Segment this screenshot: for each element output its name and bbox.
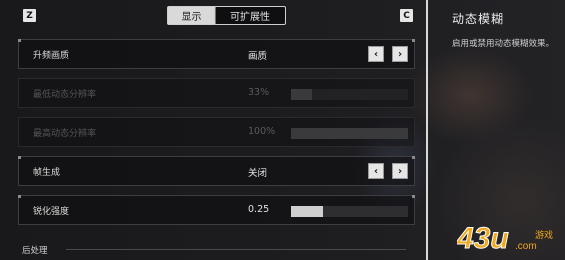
- setting-row-upscaling-quality[interactable]: 升频画质 画质 ‹ ›: [18, 39, 415, 69]
- prev-tab-key-hint[interactable]: Z: [23, 9, 36, 22]
- row-corner-marker: [18, 156, 21, 159]
- setting-label: 升频画质: [33, 51, 70, 61]
- watermark-brand: 43u: [457, 222, 509, 255]
- next-tab-key-hint[interactable]: C: [400, 9, 413, 22]
- chevron-left-icon[interactable]: ‹: [368, 46, 384, 62]
- setting-value: 33%: [248, 87, 270, 98]
- setting-label: 锐化强度: [33, 207, 70, 217]
- setting-slider: [291, 128, 408, 139]
- row-corner-marker: [412, 195, 415, 198]
- setting-slider: [291, 89, 408, 100]
- section-header-post-processing: 后处理: [22, 246, 48, 256]
- panel-divider: [426, 0, 428, 260]
- setting-label: 最低动态分辨率: [33, 90, 97, 100]
- setting-value: 关闭: [248, 168, 268, 179]
- chevron-left-icon[interactable]: ‹: [368, 163, 384, 179]
- setting-row-max-dynamic-resolution: 最高动态分辨率 100%: [18, 117, 415, 147]
- row-corner-marker: [18, 195, 21, 198]
- chevron-right-icon[interactable]: ›: [392, 46, 408, 62]
- settings-tab-bar: Z 显示 可扩展性 C: [0, 0, 425, 32]
- row-corner-marker: [18, 39, 21, 42]
- setting-value: 画质: [248, 51, 268, 62]
- chevron-right-icon[interactable]: ›: [392, 163, 408, 179]
- description-title: 动态模糊: [452, 12, 505, 26]
- watermark-suffix: 游戏: [535, 229, 553, 241]
- setting-label: 帧生成: [33, 168, 61, 178]
- setting-label: 最高动态分辨率: [33, 129, 97, 139]
- setting-value: 100%: [248, 126, 276, 137]
- watermark-domain: .com: [515, 241, 537, 252]
- tab-scalability[interactable]: 可扩展性: [214, 6, 286, 25]
- description-text: 启用或禁用动态模糊效果。: [452, 39, 555, 49]
- site-watermark-logo: 43u .com 游戏: [457, 222, 553, 256]
- row-corner-marker: [412, 156, 415, 159]
- slider-fill: [291, 206, 323, 217]
- setting-row-frame-generation[interactable]: 帧生成 关闭 ‹ ›: [18, 156, 415, 186]
- row-corner-marker: [412, 39, 415, 42]
- setting-value: 0.25: [248, 204, 270, 215]
- slider-fill: [291, 128, 408, 139]
- slider-fill: [291, 89, 313, 100]
- setting-row-min-dynamic-resolution: 最低动态分辨率 33%: [18, 78, 415, 108]
- sharpening-slider[interactable]: [291, 206, 408, 217]
- tab-display[interactable]: 显示: [167, 6, 216, 25]
- setting-row-sharpening-strength[interactable]: 锐化强度 0.25: [18, 195, 415, 225]
- section-divider: [66, 249, 406, 250]
